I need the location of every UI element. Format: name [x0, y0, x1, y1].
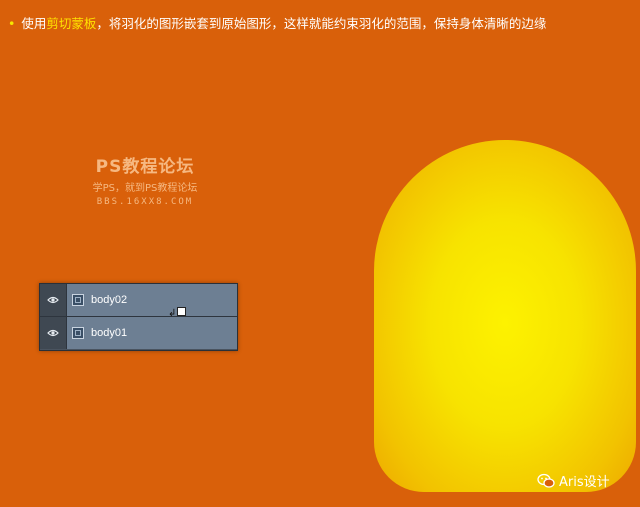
layer-content-body02[interactable]: body02	[67, 284, 237, 316]
layer-thumbnail-icon	[72, 327, 84, 339]
watermark-subtitle: 学PS，就到PS教程论坛	[92, 183, 198, 194]
layer-content-body01[interactable]: body01	[67, 317, 237, 349]
watermark-title: PS教程论坛	[95, 157, 195, 177]
wechat-icon	[537, 473, 555, 488]
instruction-highlight: 剪切蒙板	[46, 16, 97, 31]
clipping-mask-cursor-icon: ↲	[168, 306, 187, 319]
instruction-suffix: ，将羽化的图形嵌套到原始图形，这样就能约束羽化的范围，保持身体清晰的边缘	[96, 16, 547, 31]
eye-icon	[47, 296, 59, 304]
eye-icon	[47, 329, 59, 337]
feathered-body-shape	[374, 140, 636, 492]
layers-panel: body02 body01 ↲	[39, 283, 238, 351]
layer-name: body01	[91, 327, 128, 339]
visibility-toggle-body02[interactable]	[40, 284, 67, 316]
layer-row-body02[interactable]: body02	[40, 284, 237, 316]
watermark-url: BBS.16XX8.COM	[96, 197, 194, 207]
footer-brand: Aris设计	[537, 471, 610, 490]
layer-thumbnail-icon	[72, 294, 84, 306]
layer-row-body01[interactable]: body01	[40, 317, 237, 349]
bullet-point: •	[8, 16, 16, 31]
instruction-text: • 使用剪切蒙板，将羽化的图形嵌套到原始图形，这样就能约束羽化的范围，保持身体清晰…	[8, 13, 546, 32]
visibility-toggle-body01[interactable]	[40, 317, 67, 349]
clip-square-icon	[177, 306, 187, 316]
brand-name: Aris设计	[559, 475, 610, 490]
instruction-prefix: 使用	[21, 16, 47, 31]
clip-arrow-icon: ↲	[168, 308, 177, 319]
watermark: PS教程论坛 学PS，就到PS教程论坛 BBS.16XX8.COM	[70, 152, 220, 207]
layer-name: body02	[91, 294, 128, 306]
